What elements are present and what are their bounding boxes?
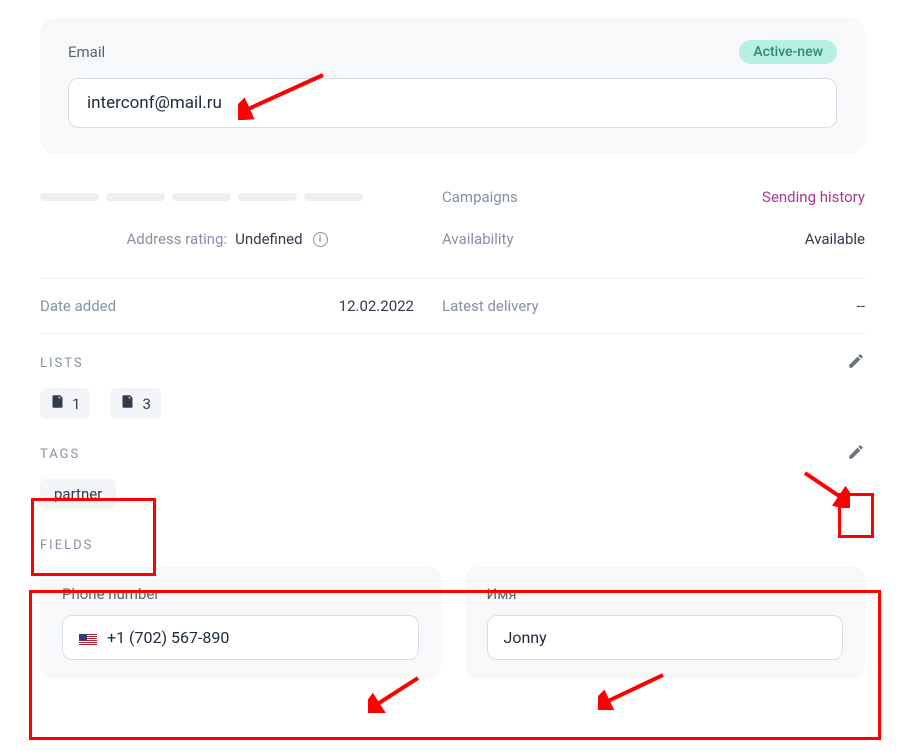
email-label: Email — [68, 43, 105, 61]
availability-value: Available — [805, 230, 865, 248]
edit-tags-icon[interactable] — [847, 443, 865, 465]
lists-items: 1 3 — [40, 388, 865, 419]
email-card: Email Active-new — [40, 18, 865, 154]
campaigns-label: Campaigns — [442, 188, 518, 206]
latest-delivery-value: -- — [857, 297, 865, 315]
latest-delivery-label: Latest delivery — [442, 297, 539, 315]
list-item[interactable]: 1 — [40, 388, 90, 419]
date-added-value: 12.02.2022 — [339, 297, 414, 315]
availability-label: Availability — [442, 230, 514, 248]
list-icon — [50, 394, 65, 413]
edit-lists-icon[interactable] — [847, 352, 865, 374]
list-icon — [120, 394, 135, 413]
fields-title: FIELDS — [40, 538, 93, 553]
flag-us-icon[interactable] — [79, 632, 97, 644]
tag-chip[interactable]: partner — [40, 479, 116, 509]
name-field-card: Имя — [465, 567, 866, 678]
status-badge: Active-new — [739, 40, 837, 64]
phone-field-card: Phone number — [40, 567, 441, 678]
sending-history-link[interactable]: Sending history — [762, 188, 865, 206]
email-input[interactable] — [68, 78, 837, 128]
phone-label: Phone number — [62, 585, 419, 603]
name-label: Имя — [487, 585, 844, 603]
phone-input[interactable] — [107, 616, 402, 659]
list-item[interactable]: 3 — [110, 388, 160, 419]
info-icon[interactable]: i — [313, 232, 328, 247]
list-item-label: 3 — [142, 395, 150, 413]
rating-value: Undefined — [233, 230, 302, 248]
date-added-label: Date added — [40, 297, 116, 315]
rating-indicator — [40, 193, 363, 201]
name-input[interactable] — [487, 615, 844, 660]
list-item-label: 1 — [72, 395, 80, 413]
lists-title: LISTS — [40, 356, 84, 371]
tags-title: TAGS — [40, 447, 80, 462]
rating-label: Address rating: — [126, 230, 227, 248]
